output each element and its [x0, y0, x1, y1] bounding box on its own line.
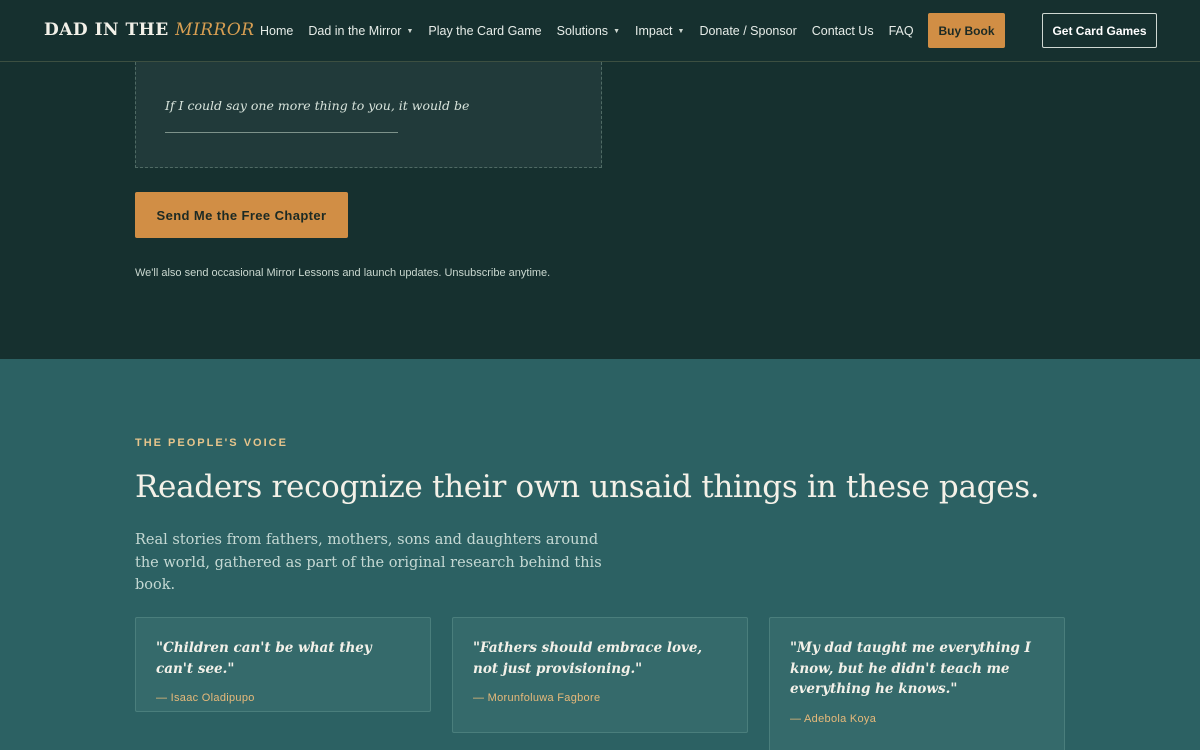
logo-accent: MIRROR [175, 20, 255, 40]
nav-card-game[interactable]: Play the Card Game [428, 24, 541, 38]
prompt-text: If I could say one more thing to you, it… [165, 98, 470, 113]
nav-label: Home [260, 24, 294, 38]
nav-label: Solutions [556, 24, 609, 38]
prompt-input-line[interactable] [165, 132, 398, 133]
get-card-games-button[interactable]: Get Card Games [1042, 13, 1157, 48]
site-header: DAD IN THE MIRROR Home Dad in the Mirror… [0, 0, 1200, 62]
send-free-chapter-button[interactable]: Send Me the Free Chapter [135, 192, 348, 238]
testimonials-section: THE PEOPLE'S VOICE Readers recognize the… [0, 359, 1200, 750]
nav-home[interactable]: Home [260, 24, 293, 38]
nav-donate[interactable]: Donate / Sponsor [699, 24, 796, 38]
testimonial-card: "Fathers should embrace love, not just p… [452, 617, 748, 733]
nav-dad-in-the-mirror[interactable]: Dad in the Mirror ▼ [308, 24, 413, 38]
main-nav: Home Dad in the Mirror ▼ Play the Card Ga… [260, 0, 929, 62]
testimonial-author: — Isaac Oladipupo [156, 692, 255, 704]
testimonial-quote: "Children can't be what they can't see." [156, 640, 372, 677]
caret-down-icon: ▼ [613, 27, 620, 35]
testimonial-card: "Children can't be what they can't see."… [135, 617, 431, 712]
nav-label: FAQ [888, 24, 914, 38]
caret-down-icon: ▼ [406, 27, 414, 35]
prompt-field-box[interactable]: If I could say one more thing to you, it… [135, 62, 602, 168]
unsubscribe-note: We'll also send occasional Mirror Lesson… [135, 267, 551, 279]
section-eyebrow: THE PEOPLE'S VOICE [135, 437, 288, 449]
nav-label: Contact Us [811, 24, 874, 38]
testimonial-author: — Morunfoluwa Fagbore [473, 692, 601, 704]
nav-label: Donate / Sponsor [699, 24, 797, 38]
logo-main: DAD IN THE [44, 20, 169, 40]
testimonial-quote: "My dad taught me everything I know, but… [790, 640, 1031, 697]
section-headline: Readers recognize their own unsaid thing… [135, 469, 1040, 505]
nav-impact[interactable]: Impact ▼ [635, 24, 684, 38]
nav-label: Impact [635, 24, 673, 38]
nav-faq[interactable]: FAQ [889, 24, 914, 38]
testimonial-quote: "Fathers should embrace love, not just p… [473, 640, 703, 677]
testimonial-author: — Adebola Koya [790, 712, 877, 725]
nav-solutions[interactable]: Solutions ▼ [557, 24, 620, 38]
testimonial-card: "My dad taught me everything I know, but… [769, 617, 1065, 750]
caret-down-icon: ▼ [677, 27, 685, 35]
nav-label: Dad in the Mirror [308, 24, 402, 38]
nav-label: Play the Card Game [428, 24, 542, 38]
site-logo[interactable]: DAD IN THE MIRROR [44, 20, 255, 40]
free-chapter-form-section: If I could say one more thing to you, it… [0, 62, 1200, 359]
buy-book-button[interactable]: Buy Book [928, 13, 1005, 48]
nav-contact[interactable]: Contact Us [812, 24, 874, 38]
section-subtitle: Real stories from fathers, mothers, sons… [135, 532, 602, 593]
